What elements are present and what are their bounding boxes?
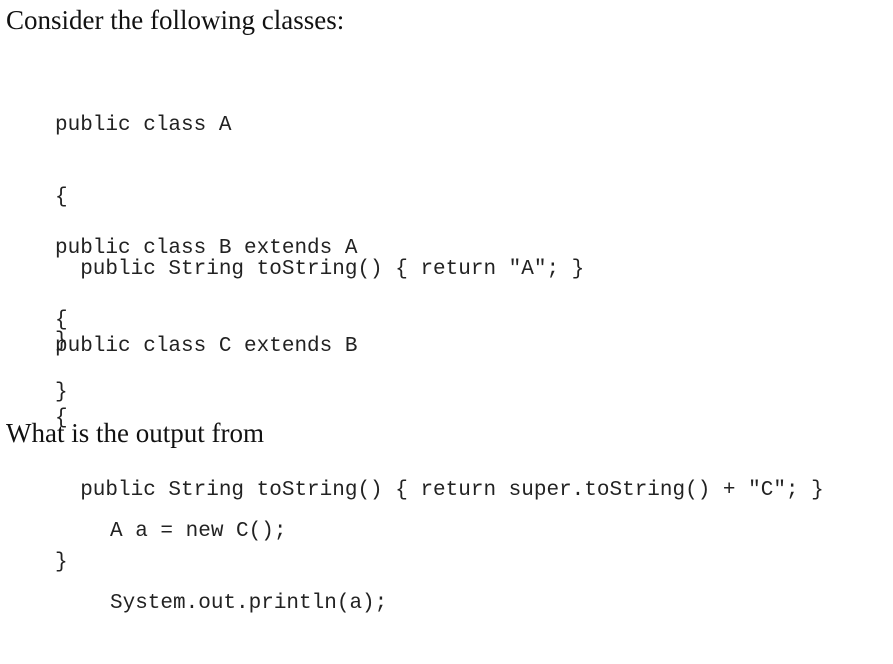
code-line: public class B extends A bbox=[55, 237, 358, 260]
code-line: System.out.println(a); bbox=[110, 592, 388, 615]
question-heading: What is the output from bbox=[6, 418, 264, 448]
code-block-snippet: A a = new C(); System.out.println(a); bbox=[110, 472, 387, 664]
document-page: Consider the following classes: public c… bbox=[0, 0, 893, 615]
intro-heading: Consider the following classes: bbox=[6, 5, 345, 35]
code-line: public class A bbox=[55, 114, 232, 137]
code-line: public class C extends B bbox=[55, 335, 358, 358]
code-line: A a = new C(); bbox=[110, 520, 287, 543]
